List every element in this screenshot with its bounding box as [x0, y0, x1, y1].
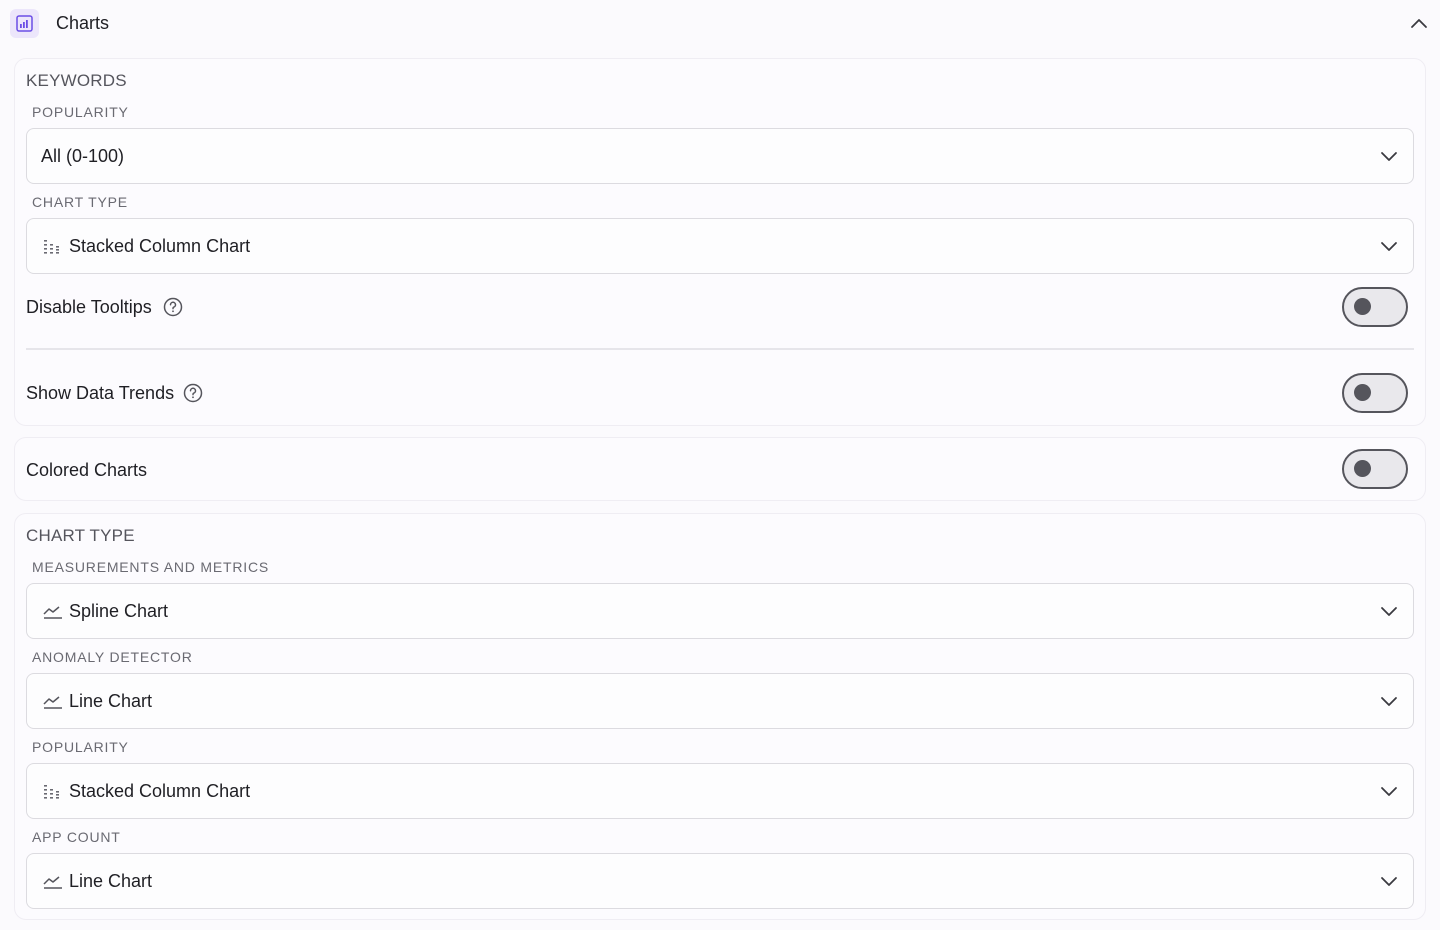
- chevron-down-icon: [1379, 146, 1399, 166]
- measurements-value: Spline Chart: [69, 601, 169, 621]
- show-data-trends-label: Show Data Trends: [26, 383, 175, 403]
- popularity-label: POPULARITY: [32, 104, 129, 120]
- measurements-label: MEASUREMENTS AND METRICS: [32, 559, 269, 575]
- chart-type-label: CHART TYPE: [32, 194, 128, 210]
- chart-type-value: Stacked Column Chart: [69, 236, 251, 256]
- chevron-down-icon: [1379, 871, 1399, 891]
- keywords-card: KEYWORDS POPULARITY All (0-100) CHART TY…: [14, 58, 1426, 426]
- toggle-knob: [1354, 384, 1371, 401]
- popularity-chart-label: POPULARITY: [32, 739, 129, 755]
- line-chart-icon: [43, 872, 63, 890]
- question-circle-icon[interactable]: [163, 297, 183, 317]
- anomaly-detector-label: ANOMALY DETECTOR: [32, 649, 193, 665]
- chart-type-section-title: CHART TYPE: [26, 526, 135, 545]
- anomaly-detector-value: Line Chart: [69, 691, 153, 711]
- stacked-column-icon: [43, 782, 63, 800]
- colored-charts-toggle[interactable]: [1342, 449, 1408, 489]
- line-chart-icon: [43, 692, 63, 710]
- popularity-value: All (0-100): [41, 146, 125, 166]
- question-circle-icon[interactable]: [183, 383, 203, 403]
- popularity-chart-select[interactable]: Stacked Column Chart: [26, 763, 1414, 819]
- toggle-knob: [1354, 460, 1371, 477]
- app-count-select[interactable]: Line Chart: [26, 853, 1414, 909]
- charts-panel-header[interactable]: Charts: [0, 0, 1440, 48]
- chevron-down-icon: [1379, 601, 1399, 621]
- app-count-label: APP COUNT: [32, 829, 121, 845]
- disable-tooltips-toggle[interactable]: [1342, 287, 1408, 327]
- chevron-up-icon[interactable]: [1408, 12, 1430, 34]
- popularity-select[interactable]: All (0-100): [26, 128, 1414, 184]
- bar-chart-icon: [10, 9, 39, 38]
- keywords-section-title: KEYWORDS: [26, 71, 127, 90]
- panel-title: Charts: [56, 13, 110, 33]
- chevron-down-icon: [1379, 691, 1399, 711]
- app-count-value: Line Chart: [69, 871, 153, 891]
- chevron-down-icon: [1379, 781, 1399, 801]
- divider: [26, 348, 1414, 350]
- line-chart-icon: [43, 602, 63, 620]
- show-data-trends-toggle[interactable]: [1342, 373, 1408, 413]
- chart-type-card: CHART TYPE MEASUREMENTS AND METRICS Spli…: [14, 513, 1426, 920]
- chart-type-select[interactable]: Stacked Column Chart: [26, 218, 1414, 274]
- popularity-chart-value: Stacked Column Chart: [69, 781, 251, 801]
- disable-tooltips-label: Disable Tooltips: [26, 297, 152, 317]
- anomaly-detector-select[interactable]: Line Chart: [26, 673, 1414, 729]
- colored-charts-label: Colored Charts: [26, 460, 148, 480]
- stacked-column-icon: [43, 237, 63, 255]
- colored-charts-card: Colored Charts: [14, 437, 1426, 501]
- chevron-down-icon: [1379, 236, 1399, 256]
- measurements-select[interactable]: Spline Chart: [26, 583, 1414, 639]
- toggle-knob: [1354, 298, 1371, 315]
